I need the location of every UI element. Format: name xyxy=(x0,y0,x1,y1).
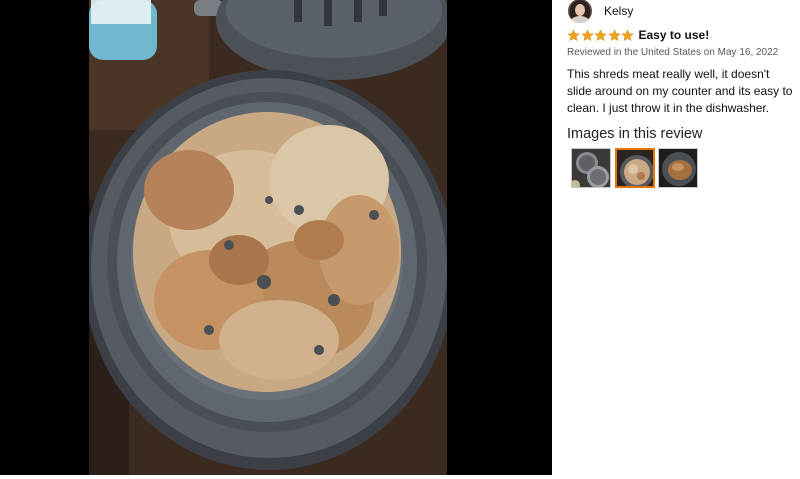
reviewer-name[interactable]: Kelsy xyxy=(604,4,633,18)
thumbnail-2-selected[interactable] xyxy=(614,148,655,188)
star-icon xyxy=(607,28,621,41)
thumbnail-image xyxy=(572,149,610,187)
review-panel: Kelsy Easy to use! Reviewed in the Unite… xyxy=(552,0,800,479)
image-viewer xyxy=(0,0,552,475)
thumbnail-3[interactable] xyxy=(658,148,698,188)
review-date: Reviewed in the United States on May 16,… xyxy=(567,47,779,58)
images-heading: Images in this review xyxy=(567,126,703,142)
thumbnail-1[interactable] xyxy=(571,148,611,188)
rating-row: Easy to use! xyxy=(567,28,709,42)
star-rating xyxy=(567,28,635,42)
star-icon xyxy=(567,28,580,41)
review-photo[interactable] xyxy=(89,0,447,475)
star-icon xyxy=(621,28,634,41)
star-icon xyxy=(594,28,607,41)
thumbnail-image xyxy=(659,149,697,187)
review-thumbnails xyxy=(571,148,702,188)
review-text: This shreds meat really well, it doesn't… xyxy=(567,67,793,115)
avatar[interactable] xyxy=(568,0,592,23)
shredded-chicken-photo xyxy=(89,0,447,475)
thumbnail-image xyxy=(616,150,653,186)
reviewer-profile[interactable]: Kelsy xyxy=(568,0,633,23)
star-icon xyxy=(580,28,594,41)
review-title: Easy to use! xyxy=(638,28,710,42)
